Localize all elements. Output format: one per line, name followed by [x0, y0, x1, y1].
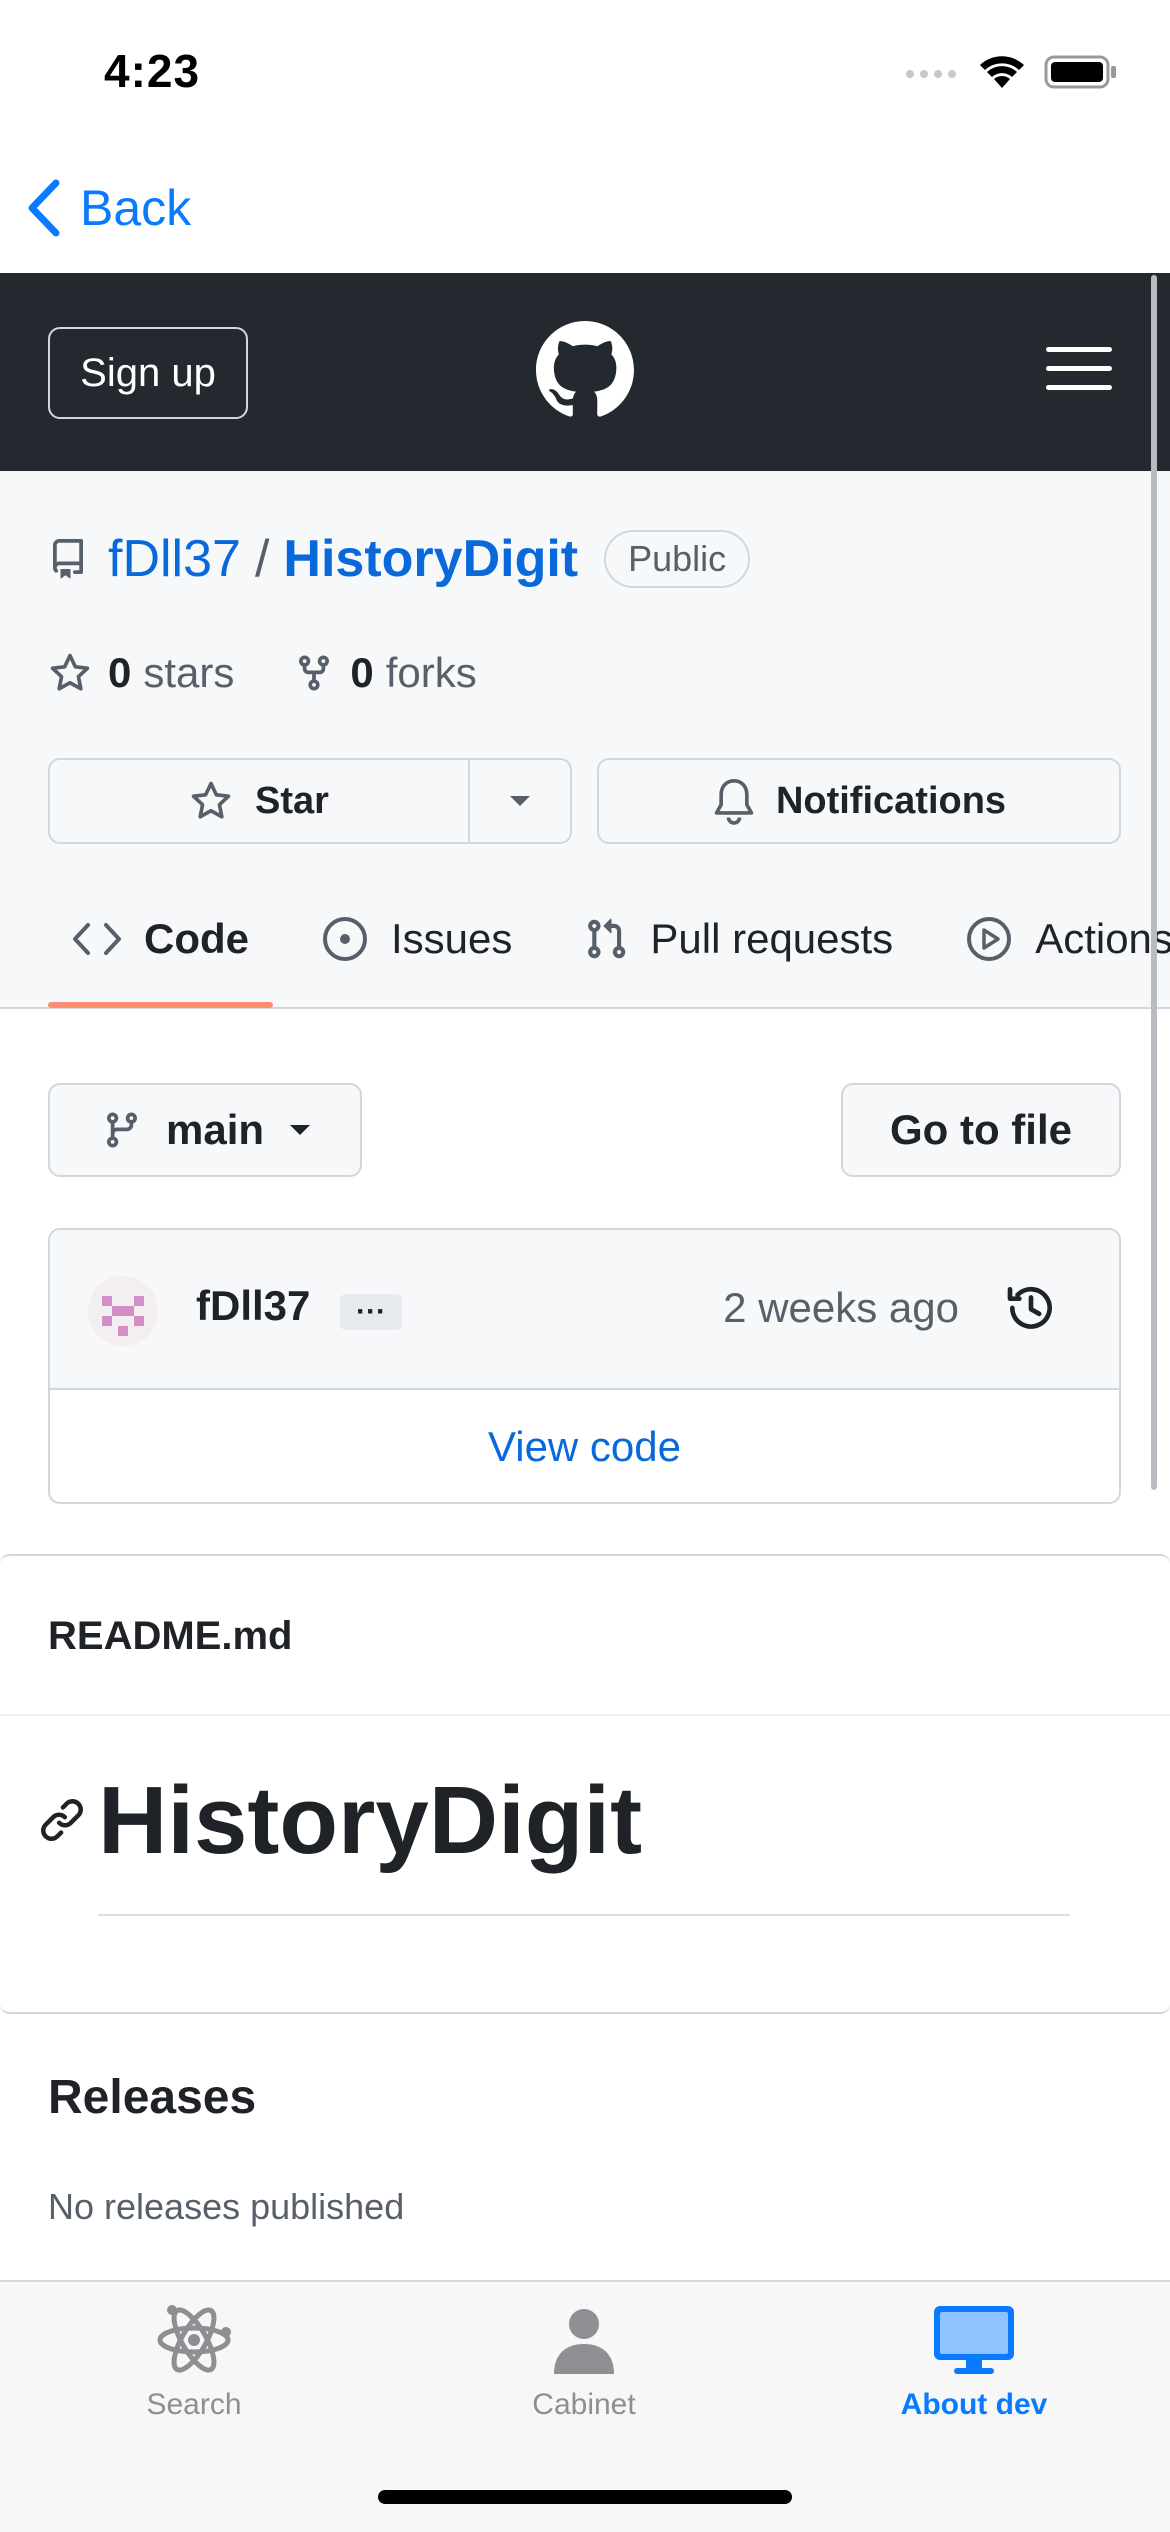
star-icon: [191, 781, 231, 819]
repo-owner-link[interactable]: fDll37: [108, 529, 241, 589]
tab-bar-item-about-dev[interactable]: About dev: [824, 2302, 1124, 2422]
back-label: Back: [80, 180, 192, 236]
forks-count: 0: [350, 649, 374, 696]
go-to-file-button[interactable]: Go to file: [841, 1083, 1121, 1177]
scrollbar[interactable]: [1151, 275, 1157, 1490]
bell-icon: [714, 778, 754, 825]
branch-select-button[interactable]: main: [48, 1083, 362, 1177]
caret-down-icon: [510, 796, 530, 806]
commit-time: 2 weeks ago: [723, 1284, 959, 1331]
repo-tabs: Code Issues Pull requests Actions: [48, 899, 1170, 1009]
readme-heading-rule: [98, 1914, 1070, 1916]
releases-title[interactable]: Releases: [48, 2070, 256, 2125]
avatar[interactable]: [88, 1276, 158, 1346]
tab-issues-label: Issues: [391, 915, 513, 962]
tab-actions[interactable]: Actions: [941, 899, 1170, 979]
wifi-icon: [980, 56, 1024, 88]
pull-request-icon: [588, 918, 626, 959]
commit-header: fDll37 ··· 2 weeks ago: [50, 1230, 1119, 1390]
tab-bar-item-cabinet[interactable]: Cabinet: [434, 2302, 734, 2422]
notifications-button[interactable]: Notifications: [597, 758, 1121, 844]
github-header: Sign up: [0, 273, 1170, 471]
releases-empty-text: No releases published: [48, 2186, 405, 2227]
repo-name-link[interactable]: HistoryDigit: [283, 529, 578, 589]
active-tab-underline: [48, 1002, 273, 1008]
star-button-group: Star: [48, 758, 572, 844]
back-button[interactable]: Back: [24, 168, 191, 248]
status-icons: [904, 54, 1118, 90]
identicon-icon: [102, 1296, 144, 1336]
commit-message-expander[interactable]: ···: [340, 1294, 402, 1330]
fork-icon: [299, 655, 330, 691]
tab-code-label: Code: [144, 915, 249, 962]
forks-label[interactable]: forks: [386, 649, 477, 697]
repo-title: fDll37 / HistoryDigit Public: [48, 529, 751, 589]
star-button-label: Star: [255, 779, 329, 822]
star-dropdown-button[interactable]: [470, 760, 570, 842]
notifications-label: Notifications: [775, 779, 1007, 822]
tab-bar-cabinet-label: Cabinet: [532, 2388, 636, 2421]
stars-label[interactable]: stars: [143, 649, 234, 697]
issue-icon: [323, 917, 367, 961]
tab-pull-requests[interactable]: Pull requests: [560, 899, 917, 979]
status-time: 4:23: [104, 45, 201, 97]
visibility-badge: Public: [604, 530, 751, 588]
stars-count: 0: [108, 649, 132, 696]
repo-icon: [52, 539, 83, 579]
tab-actions-label: Actions: [1035, 915, 1170, 962]
play-icon: [967, 917, 1012, 961]
commit-author[interactable]: fDll37: [196, 1282, 310, 1330]
link-icon[interactable]: [38, 1796, 86, 1844]
tab-issues[interactable]: Issues: [297, 899, 536, 979]
person-icon: [554, 2309, 614, 2374]
readme-heading: HistoryDigit: [98, 1767, 643, 1874]
star-icon: [50, 653, 90, 691]
atom-icon: [157, 2305, 231, 2373]
home-indicator[interactable]: [378, 2490, 792, 2504]
hamburger-menu-icon[interactable]: [1046, 345, 1112, 393]
github-logo-icon[interactable]: [536, 321, 634, 419]
latest-commit-box: fDll37 ··· 2 weeks ago View code: [48, 1228, 1121, 1504]
repo-separator: /: [254, 530, 270, 588]
repo-stats: 0 stars 0 forks: [48, 649, 477, 697]
branch-icon: [106, 1112, 137, 1148]
readme-divider: [0, 1714, 1170, 1716]
history-icon[interactable]: [1003, 1280, 1059, 1336]
tab-pull-requests-label: Pull requests: [650, 915, 894, 962]
cellular-signal-icon: [906, 70, 956, 78]
chevron-left-icon: [28, 179, 60, 237]
star-button[interactable]: Star: [50, 760, 470, 842]
sign-up-button[interactable]: Sign up: [48, 327, 248, 419]
readme-filename: README.md: [48, 1614, 293, 1658]
tab-code[interactable]: Code: [48, 899, 273, 979]
battery-icon: [1044, 55, 1116, 89]
readme-section: README.md HistoryDigit: [0, 1554, 1170, 2014]
tab-bar-item-search[interactable]: Search: [44, 2302, 344, 2422]
tab-bar-search-label: Search: [146, 2388, 242, 2421]
repo-header: fDll37 / HistoryDigit Public 0 stars 0 f…: [0, 471, 1170, 1009]
branch-name: main: [166, 1106, 265, 1153]
code-icon: [73, 923, 121, 955]
status-bar: 4:23: [0, 0, 1170, 150]
desktop-icon: [934, 2306, 1014, 2374]
tab-bar-about-dev-label: About dev: [900, 2388, 1048, 2421]
view-code-link[interactable]: View code: [50, 1390, 1119, 1502]
caret-down-icon: [290, 1125, 311, 1135]
